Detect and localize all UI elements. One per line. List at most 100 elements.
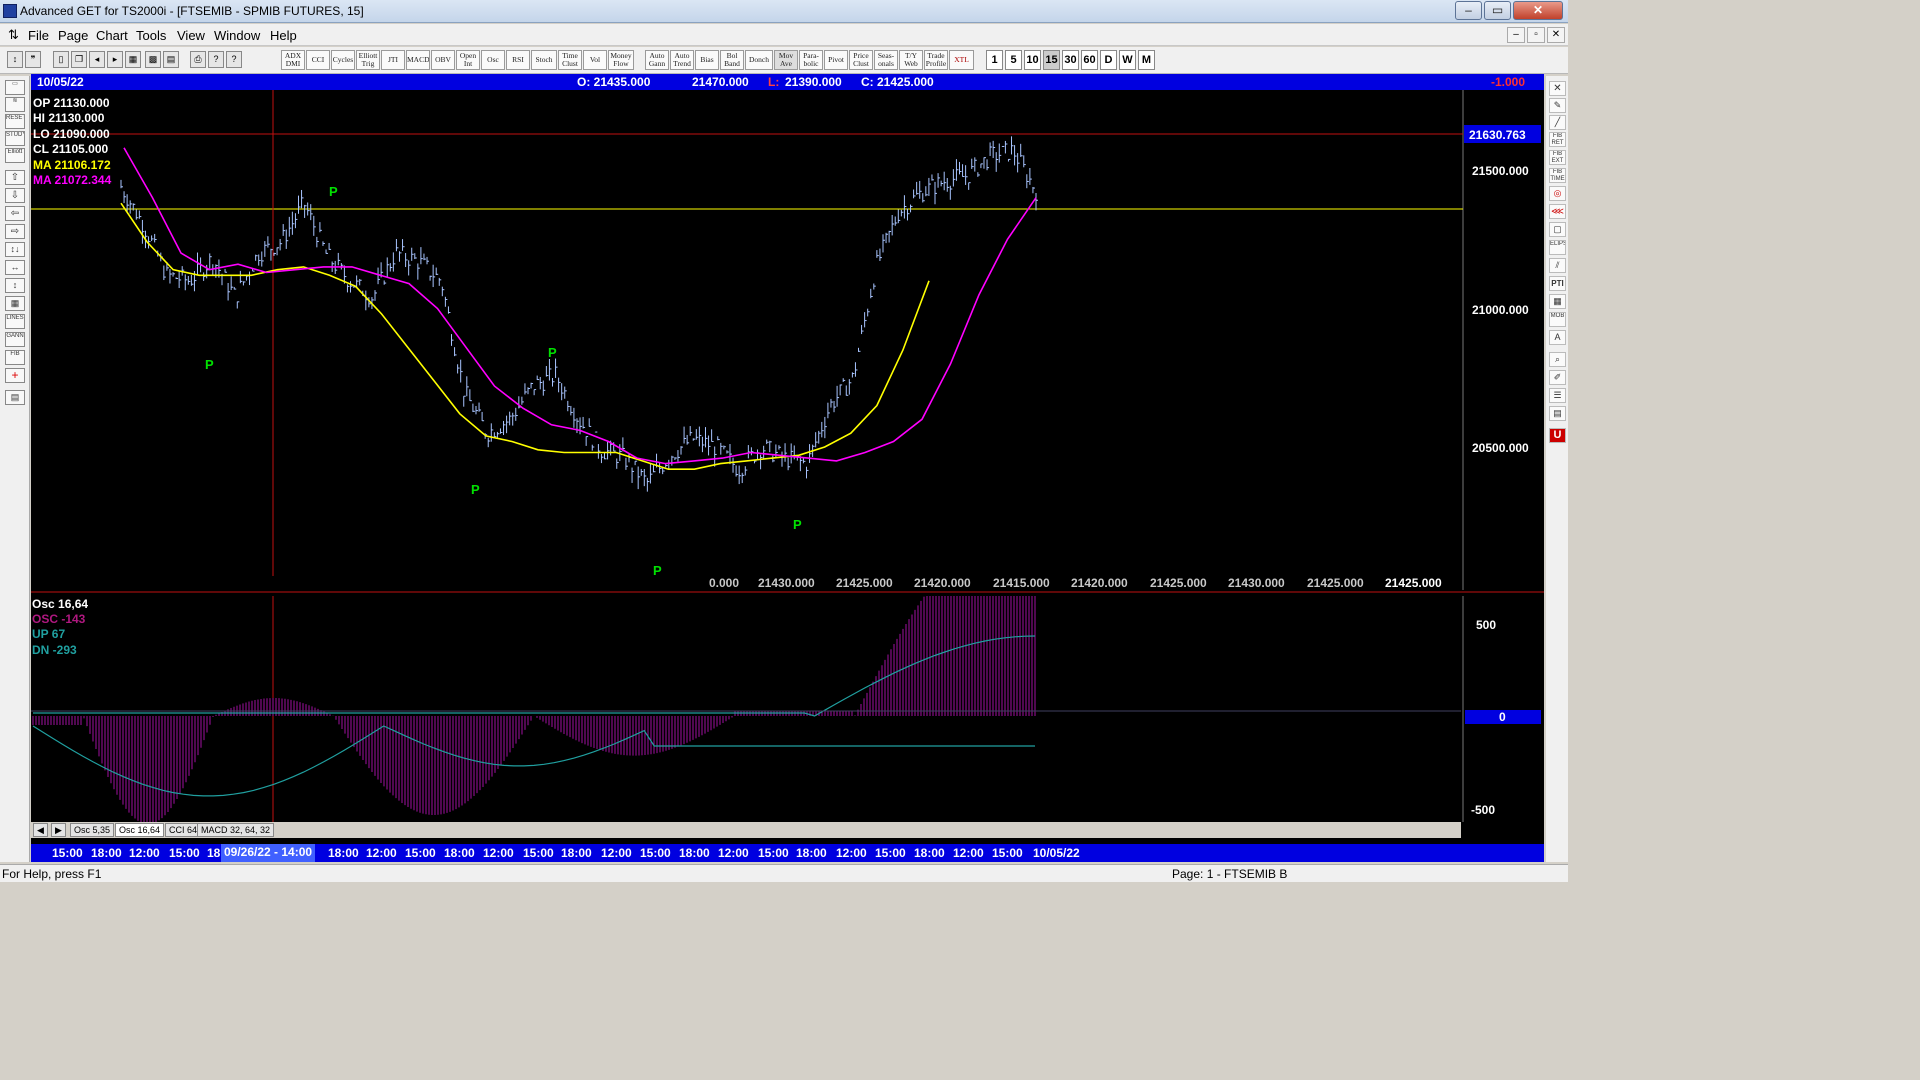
study-auto-gann-button[interactable]: Auto Gann [645,50,669,70]
study-rsi-button[interactable]: RSI [506,50,530,70]
tab-scroll-right[interactable]: ▶ [51,823,66,837]
box-icon[interactable]: ▢ [1549,222,1566,237]
interval-5-button[interactable]: 5 [1005,50,1022,70]
compress-icon[interactable]: ↕↓ [5,242,25,257]
study-osc-button[interactable]: Osc [481,50,505,70]
fib-ret-icon[interactable]: FIB RET [1549,132,1566,147]
study-bol-band-button[interactable]: Bol Band [720,50,744,70]
mdi-close-button[interactable]: ✕ [1547,27,1565,43]
study-money-flow-button[interactable]: Money Flow [608,50,634,70]
trendline-icon[interactable]: ╱ [1549,115,1566,130]
pencil-icon[interactable]: ✎ [1549,98,1566,113]
insert-icon[interactable]: ▤ [163,51,179,68]
maximize-button[interactable]: ▭ [1484,1,1511,20]
study-ty-web-button[interactable]: T/Y Web [899,50,923,70]
study-obv-button[interactable]: OBV [431,50,455,70]
pointer-icon[interactable]: ↕ [7,51,23,68]
study-stoch-button[interactable]: Stoch [531,50,557,70]
study-open-int-button[interactable]: Open Int [456,50,480,70]
mdi-minimize-button[interactable]: – [1507,27,1525,43]
study-trade-profile-button[interactable]: Trade Profile [924,50,948,70]
crosshair-icon[interactable]: + [5,368,25,383]
interval-10-button[interactable]: 10 [1024,50,1041,70]
list-icon[interactable]: ☰ [1549,388,1566,403]
spiral-icon[interactable]: ◎ [1549,186,1566,201]
channel-icon[interactable]: ⫽ [1549,258,1566,273]
forward-icon[interactable]: ▸ [107,51,123,68]
elliott-icon[interactable]: Elliott [5,148,25,163]
tab-osc-5-35[interactable]: Osc 5,35 [70,823,115,837]
study-parabolic-button[interactable]: Para-bolic [799,50,823,70]
study-mov-ave-button[interactable]: Mov Ave [774,50,798,70]
study-time-clust-button[interactable]: Time Clust [558,50,582,70]
study-bias-button[interactable]: Bias [695,50,719,70]
menu-view[interactable]: View [177,28,205,43]
paint-icon[interactable]: ✐ [1549,370,1566,385]
layout-icon[interactable]: ▦ [125,51,141,68]
doc-list-icon[interactable]: ▤ [1549,406,1566,421]
menu-tools[interactable]: Tools [136,28,166,43]
tab-scroll-left[interactable]: ◀ [33,823,48,837]
arrow-down-icon[interactable]: ⇩ [5,188,25,203]
menu-chart[interactable]: Chart [96,28,128,43]
reset-icon[interactable]: RESET [5,114,25,129]
text-icon[interactable]: A [1549,330,1566,345]
mdi-restore-button[interactable]: ▫ [1527,27,1545,43]
fib-ext-icon[interactable]: FIB EXT [1549,150,1566,165]
study-vol-button[interactable]: Vol [583,50,607,70]
study-price-clust-button[interactable]: Price Clust [849,50,873,70]
interval-15-button[interactable]: 15 [1043,50,1060,70]
ellipse-icon[interactable]: ELIPS [1549,240,1566,255]
close-panel-icon[interactable]: ✕ [1549,81,1566,96]
tab-osc-16-64[interactable]: Osc 16,64 [115,823,165,837]
help-icon[interactable]: ? [226,51,242,68]
table-icon[interactable]: ▦ [1549,294,1566,309]
study-donch-button[interactable]: Donch [745,50,773,70]
wave-icon[interactable]: ≋ [5,97,25,112]
zoom-icon[interactable]: ⌕ [1549,352,1566,367]
quote-icon[interactable]: ❞ [25,51,41,68]
magnet-icon[interactable]: U [1549,428,1566,443]
fan-icon[interactable]: ⋘ [1549,204,1566,219]
grid-lines-icon[interactable]: ▦ [5,296,25,311]
interval-1-button[interactable]: 1 [986,50,1003,70]
lines-icon[interactable]: LINES [5,314,25,329]
study-elliott-trig-button[interactable]: Elliott Trig [356,50,380,70]
arrow-right-icon[interactable]: ⇨ [5,224,25,239]
pti-icon[interactable]: PTI [1549,276,1566,291]
interval-weekly-button[interactable]: W [1119,50,1136,70]
fib-icon[interactable]: FIB [5,350,25,365]
study-adx-dmi-button[interactable]: ADX DMI [281,50,305,70]
tab-macd[interactable]: MACD 32, 64, 32 [197,823,275,837]
tab-cci-64[interactable]: CCI 64 [165,823,202,837]
arrow-up-icon[interactable]: ⇧ [5,170,25,185]
study-cycles-button[interactable]: Cycles [331,50,355,70]
copy-icon[interactable]: ❐ [71,51,87,68]
fib-time-icon[interactable]: FIB TIME [1549,168,1566,183]
study-icon[interactable]: STUDY [5,131,25,146]
study-macd-button[interactable]: MACD [406,50,430,70]
study-jti-button[interactable]: JTI [381,50,405,70]
menu-help[interactable]: Help [270,28,297,43]
minimize-button[interactable]: – [1455,1,1482,20]
mob-icon[interactable]: MOB [1549,312,1566,327]
arrow-left-icon[interactable]: ⇦ [5,206,25,221]
clipboard-icon[interactable]: ▤ [5,390,25,405]
hint-icon[interactable]: ? [208,51,224,68]
menu-window[interactable]: Window [214,28,260,43]
study-auto-trend-button[interactable]: Auto Trend [670,50,694,70]
expand-v-icon[interactable]: ↕ [5,278,25,293]
interval-daily-button[interactable]: D [1100,50,1117,70]
gann-icon[interactable]: GANN [5,332,25,347]
interval-30-button[interactable]: 30 [1062,50,1079,70]
close-button[interactable]: ✕ [1513,1,1563,20]
study-cci-button[interactable]: CCI [306,50,330,70]
back-icon[interactable]: ◂ [89,51,105,68]
grid-icon[interactable]: ▩ [145,51,161,68]
study-pivot-button[interactable]: Pivot [824,50,848,70]
expand-h-icon[interactable]: ↔ [5,260,25,275]
study-seasonals-button[interactable]: Seas-onals [874,50,898,70]
interval-60-button[interactable]: 60 [1081,50,1098,70]
menu-page[interactable]: Page [58,28,88,43]
print-icon[interactable]: ⎙ [190,51,206,68]
